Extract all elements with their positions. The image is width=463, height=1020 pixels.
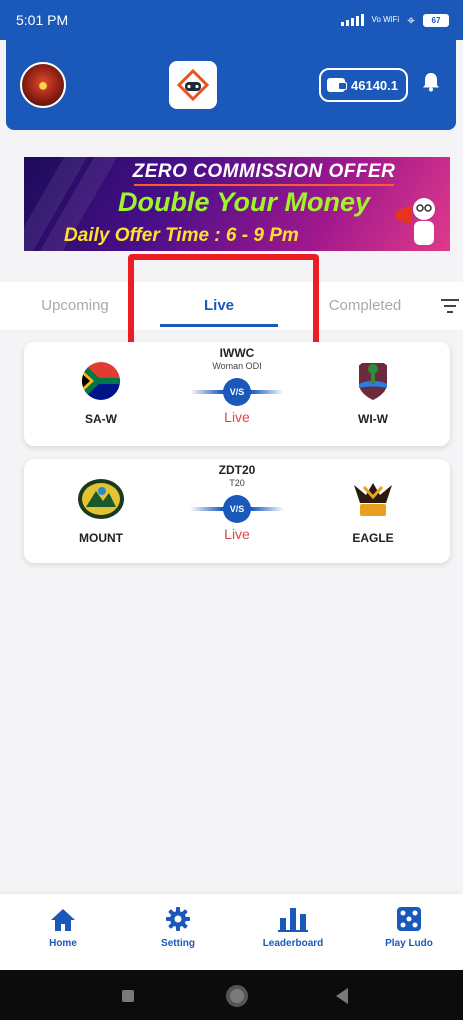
match-format: T20 <box>229 478 245 488</box>
match-format: Woman ODI <box>212 361 262 371</box>
match-tabs: Upcoming Live Completed <box>0 282 463 330</box>
banner-divider <box>134 184 394 186</box>
user-avatar[interactable]: ● <box>20 62 66 108</box>
tab-live[interactable]: Live <box>160 282 278 330</box>
system-nav-bar <box>0 970 463 1020</box>
mascot-megaphone-icon <box>396 198 435 245</box>
match-card[interactable]: SA-W IWWC Woman ODI V/S Live WI-W <box>24 342 450 446</box>
nav-home[interactable]: Home <box>18 906 108 949</box>
bell-icon[interactable] <box>422 72 440 98</box>
nav-setting[interactable]: Setting <box>133 906 223 949</box>
wifi-icon: ⌖ <box>407 11 415 28</box>
status-bar: 5:01 PM Vo WiFi ⌖ 67 <box>0 0 463 40</box>
team-name: MOUNT <box>79 531 123 545</box>
match-info: ZDT20 T20 V/S Live <box>172 463 302 542</box>
promo-banner[interactable]: ZERO COMMISSION OFFER Double Your Money … <box>24 157 450 251</box>
active-tab-indicator <box>160 324 278 327</box>
tab-upcoming[interactable]: Upcoming <box>20 282 130 330</box>
wallet-button[interactable]: 46140.1 <box>319 68 408 102</box>
team-name: WI-W <box>358 412 388 426</box>
match-status: Live <box>224 409 250 425</box>
status-icons: Vo WiFi ⌖ 67 <box>340 11 449 29</box>
app-logo-icon[interactable] <box>168 61 217 109</box>
match-title: ZDT20 <box>218 463 256 477</box>
gear-icon <box>133 906 223 932</box>
nav-leaderboard[interactable]: Leaderboard <box>248 906 338 949</box>
match-status: Live <box>224 526 250 542</box>
banner-headline: Double Your Money <box>117 187 371 217</box>
recent-apps-icon[interactable] <box>122 990 134 1002</box>
nav-label: Play Ludo <box>385 938 433 949</box>
nav-play-ludo[interactable]: Play Ludo <box>364 906 454 949</box>
match-info: IWWC Woman ODI V/S Live <box>172 346 302 425</box>
team-right: WI-W <box>328 360 418 426</box>
app-header: ● 46140.1 <box>6 40 456 130</box>
avatar-figure-icon: ● <box>37 74 49 95</box>
wallet-balance: 46140.1 <box>351 77 398 93</box>
vs-badge: V/S <box>223 495 251 523</box>
banner-title: ZERO COMMISSION OFFER <box>132 161 396 182</box>
home-button-icon[interactable] <box>226 985 248 1007</box>
signal-icon <box>340 14 364 26</box>
nav-label: Leaderboard <box>262 938 324 949</box>
south-africa-flag-icon <box>80 360 122 402</box>
vs-divider: V/S <box>172 494 302 524</box>
wallet-icon <box>327 78 347 92</box>
banner-subtitle: Daily Offer Time : 6 - 9 Pm <box>64 225 299 246</box>
leaderboard-icon <box>248 906 338 932</box>
match-card[interactable]: MOUNT ZDT20 T20 V/S Live EAGLE <box>24 459 450 563</box>
status-time: 5:01 PM <box>16 12 69 28</box>
bottom-nav: Home Setting Leaderboard Play Ludo <box>0 894 463 970</box>
header-right: 46140.1 <box>319 68 440 102</box>
home-icon <box>18 906 108 932</box>
team-name: EAGLE <box>352 531 394 545</box>
west-indies-flag-icon <box>352 360 394 402</box>
mountaineers-logo-icon <box>76 477 126 521</box>
nav-label: Setting <box>161 938 195 949</box>
tab-completed[interactable]: Completed <box>310 282 420 330</box>
team-right: EAGLE <box>328 477 418 545</box>
team-name: SA-W <box>85 412 117 426</box>
eagles-logo-icon <box>350 477 396 521</box>
vs-divider: V/S <box>172 377 302 407</box>
team-left: SA-W <box>56 360 146 426</box>
game-controller-icon <box>176 68 209 102</box>
filter-icon[interactable] <box>440 298 460 314</box>
nav-label: Home <box>49 938 77 949</box>
volte-label: Vo WiFi <box>371 15 400 24</box>
team-left: MOUNT <box>56 477 146 545</box>
vs-badge: V/S <box>223 378 251 406</box>
battery-icon: 67 <box>423 13 449 27</box>
back-icon[interactable] <box>336 988 348 1004</box>
match-title: IWWC <box>219 346 255 360</box>
dice-icon <box>364 906 454 932</box>
